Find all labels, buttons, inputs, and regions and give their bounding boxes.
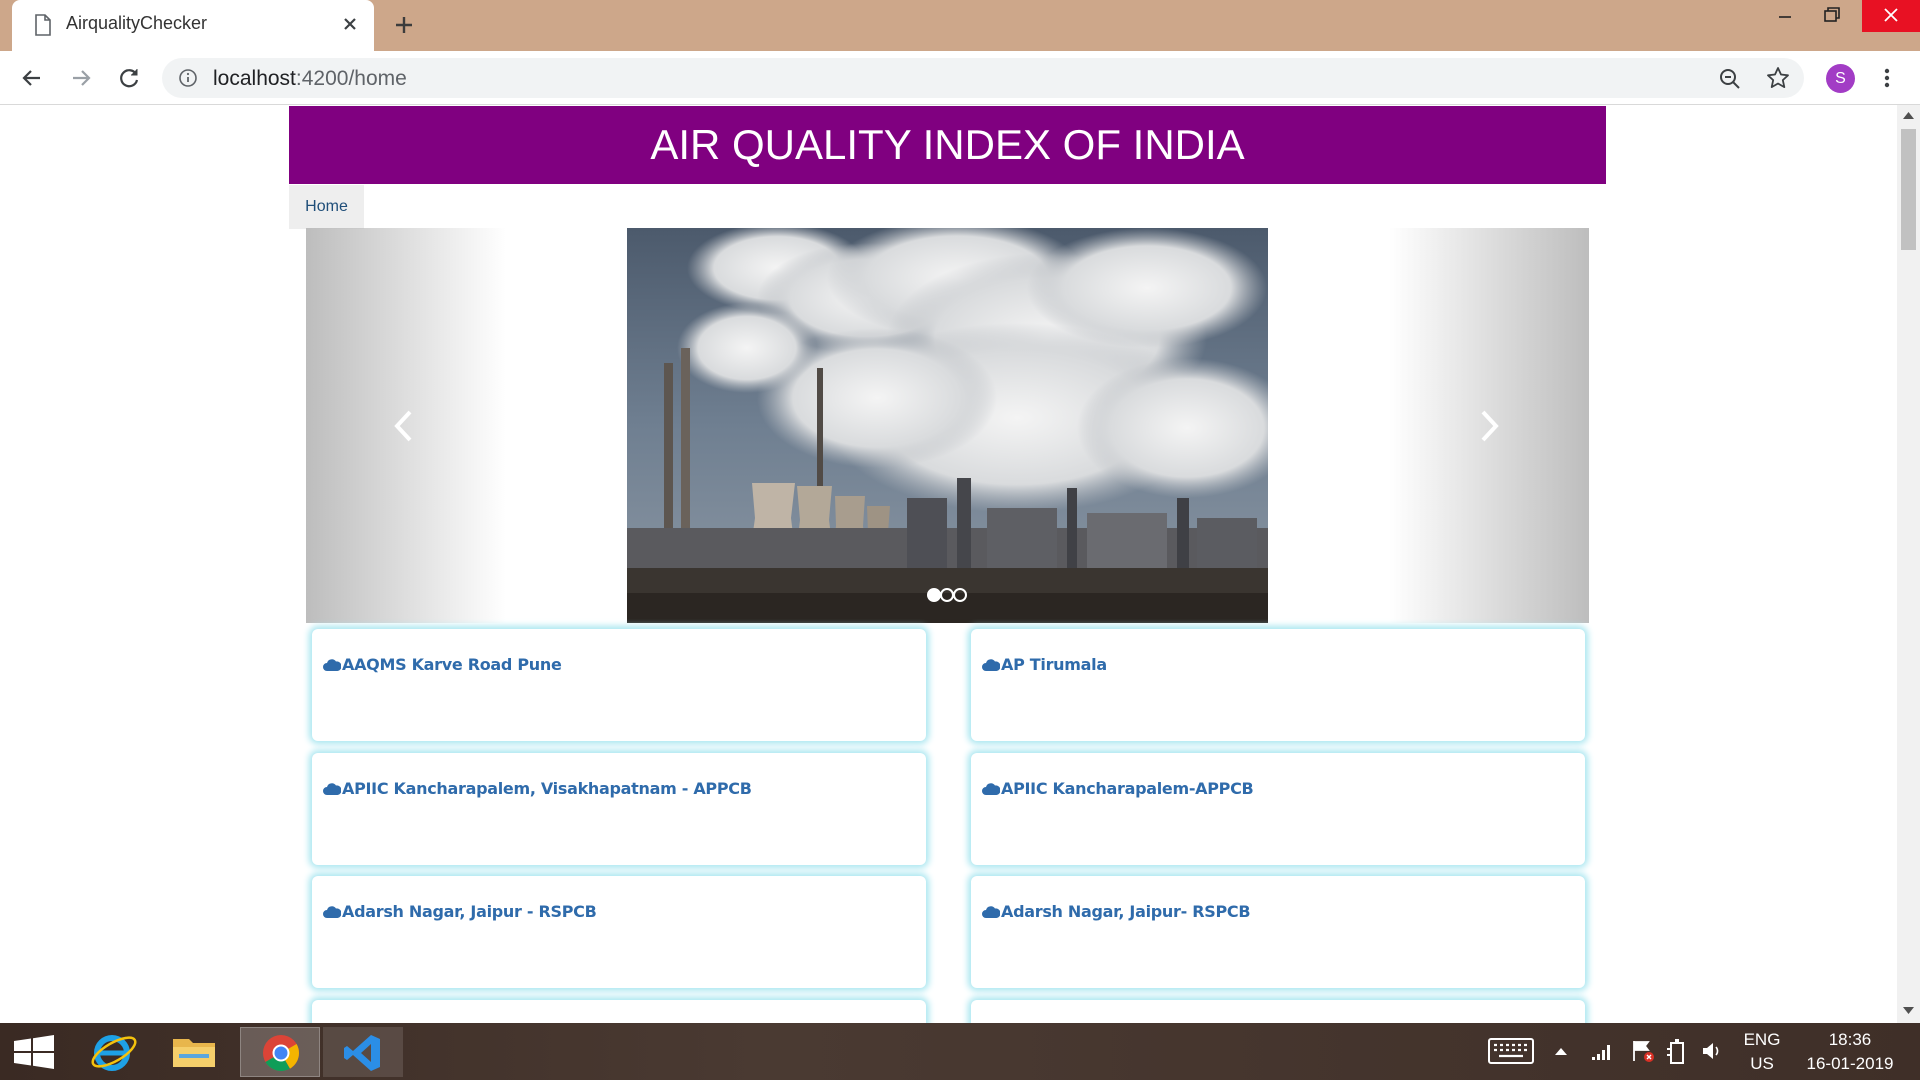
station-card[interactable] [312, 1000, 926, 1023]
scrollbar-thumb[interactable] [1901, 129, 1916, 250]
chrome-icon [263, 1035, 299, 1072]
vscode-icon [344, 1035, 380, 1071]
taskbar-vscode[interactable] [323, 1027, 403, 1077]
reload-icon[interactable] [115, 64, 143, 92]
chevron-right-icon[interactable] [1476, 408, 1502, 444]
region-code: US [1750, 1054, 1774, 1073]
network-signal-icon[interactable] [1590, 1040, 1614, 1062]
station-name: APIIC Kancharapalem-APPCB [1001, 779, 1254, 798]
more-menu-icon[interactable] [1875, 64, 1899, 92]
system-clock[interactable]: 18:36 16-01-2019 [1800, 1028, 1900, 1076]
browser-toolbar: localhost:4200/home S [0, 51, 1920, 105]
chevron-left-icon[interactable] [391, 408, 417, 444]
volume-icon[interactable] [1700, 1039, 1724, 1063]
tab-strip: AirqualityChecker [0, 0, 1920, 51]
carousel-indicator[interactable] [953, 588, 967, 602]
cloud-icon [323, 783, 341, 795]
clock-time: 18:36 [1828, 1030, 1872, 1049]
page-viewport: AIR QUALITY INDEX OF INDIA Home AAQMS Ka… [0, 105, 1897, 1023]
back-icon[interactable] [18, 64, 46, 92]
carousel-indicator[interactable] [940, 588, 954, 602]
image-carousel [306, 228, 1589, 623]
bookmark-star-icon[interactable] [1765, 65, 1791, 91]
new-tab-icon[interactable] [390, 11, 418, 39]
station-name: Adarsh Nagar, Jaipur - RSPCB [342, 902, 597, 921]
station-card[interactable]: Adarsh Nagar, Jaipur- RSPCB [971, 876, 1585, 988]
page-scrollbar[interactable] [1897, 105, 1920, 1023]
station-card[interactable] [971, 1000, 1585, 1023]
internet-explorer-icon[interactable] [75, 1027, 155, 1077]
clock-date: 16-01-2019 [1806, 1054, 1894, 1073]
url-path: :4200/home [295, 67, 407, 90]
station-card[interactable]: APIIC Kancharapalem, Visakhapatnam - APP… [312, 753, 926, 865]
cloud-icon [982, 783, 1000, 795]
close-window-icon[interactable] [1862, 0, 1920, 32]
station-name: AAQMS Karve Road Pune [342, 655, 562, 674]
carousel-indicator[interactable] [927, 588, 941, 602]
station-card[interactable]: AAQMS Karve Road Pune [312, 629, 926, 741]
station-link[interactable]: Adarsh Nagar, Jaipur- RSPCB [982, 902, 1251, 921]
minimize-icon[interactable] [1762, 0, 1808, 32]
input-language[interactable]: ENG US [1738, 1028, 1786, 1076]
zoom-icon[interactable] [1717, 66, 1743, 92]
station-name: APIIC Kancharapalem, Visakhapatnam - APP… [342, 779, 752, 798]
info-icon[interactable] [178, 68, 198, 88]
restore-icon[interactable] [1808, 0, 1854, 32]
station-card[interactable]: AP Tirumala [971, 629, 1585, 741]
cloud-icon [982, 906, 1000, 918]
station-name: AP Tirumala [1001, 655, 1107, 674]
nav-home-link[interactable]: Home [289, 185, 364, 229]
url-host: localhost [213, 67, 296, 90]
profile-avatar[interactable]: S [1826, 64, 1855, 93]
url-text[interactable]: localhost:4200/home [213, 67, 407, 91]
browser-tab[interactable]: AirqualityChecker [12, 0, 374, 51]
cloud-icon [323, 659, 341, 671]
station-link[interactable]: Adarsh Nagar, Jaipur - RSPCB [323, 902, 597, 921]
windows-start-icon[interactable] [0, 1027, 70, 1077]
page-title: AIR QUALITY INDEX OF INDIA [289, 106, 1606, 184]
address-bar[interactable]: localhost:4200/home [162, 58, 1804, 98]
station-link[interactable]: APIIC Kancharapalem, Visakhapatnam - APP… [323, 779, 752, 798]
forward-icon[interactable] [67, 64, 95, 92]
action-center-flag-icon[interactable] [1630, 1038, 1656, 1064]
show-hidden-icons-icon[interactable] [1554, 1046, 1568, 1056]
scroll-down-arrow-icon[interactable] [1903, 1007, 1914, 1015]
station-link[interactable]: AAQMS Karve Road Pune [323, 655, 562, 674]
station-link[interactable]: AP Tirumala [982, 655, 1107, 674]
station-card[interactable]: APIIC Kancharapalem-APPCB [971, 753, 1585, 865]
carousel-slide-image [627, 228, 1268, 623]
station-name: Adarsh Nagar, Jaipur- RSPCB [1001, 902, 1251, 921]
close-tab-icon[interactable] [337, 11, 363, 37]
keyboard-icon[interactable] [1487, 1037, 1535, 1065]
tab-title: AirqualityChecker [66, 13, 208, 33]
battery-icon[interactable] [1665, 1037, 1689, 1065]
scroll-up-arrow-icon[interactable] [1903, 111, 1914, 119]
taskbar-chrome[interactable] [240, 1027, 320, 1077]
language-code: ENG [1743, 1030, 1781, 1049]
station-link[interactable]: APIIC Kancharapalem-APPCB [982, 779, 1254, 798]
cloud-icon [982, 659, 1000, 671]
cloud-icon [323, 906, 341, 918]
windows-taskbar: ENG US 18:36 16-01-2019 [0, 1023, 1920, 1080]
station-card[interactable]: Adarsh Nagar, Jaipur - RSPCB [312, 876, 926, 988]
file-explorer-icon[interactable] [155, 1027, 235, 1077]
document-icon [35, 14, 51, 36]
